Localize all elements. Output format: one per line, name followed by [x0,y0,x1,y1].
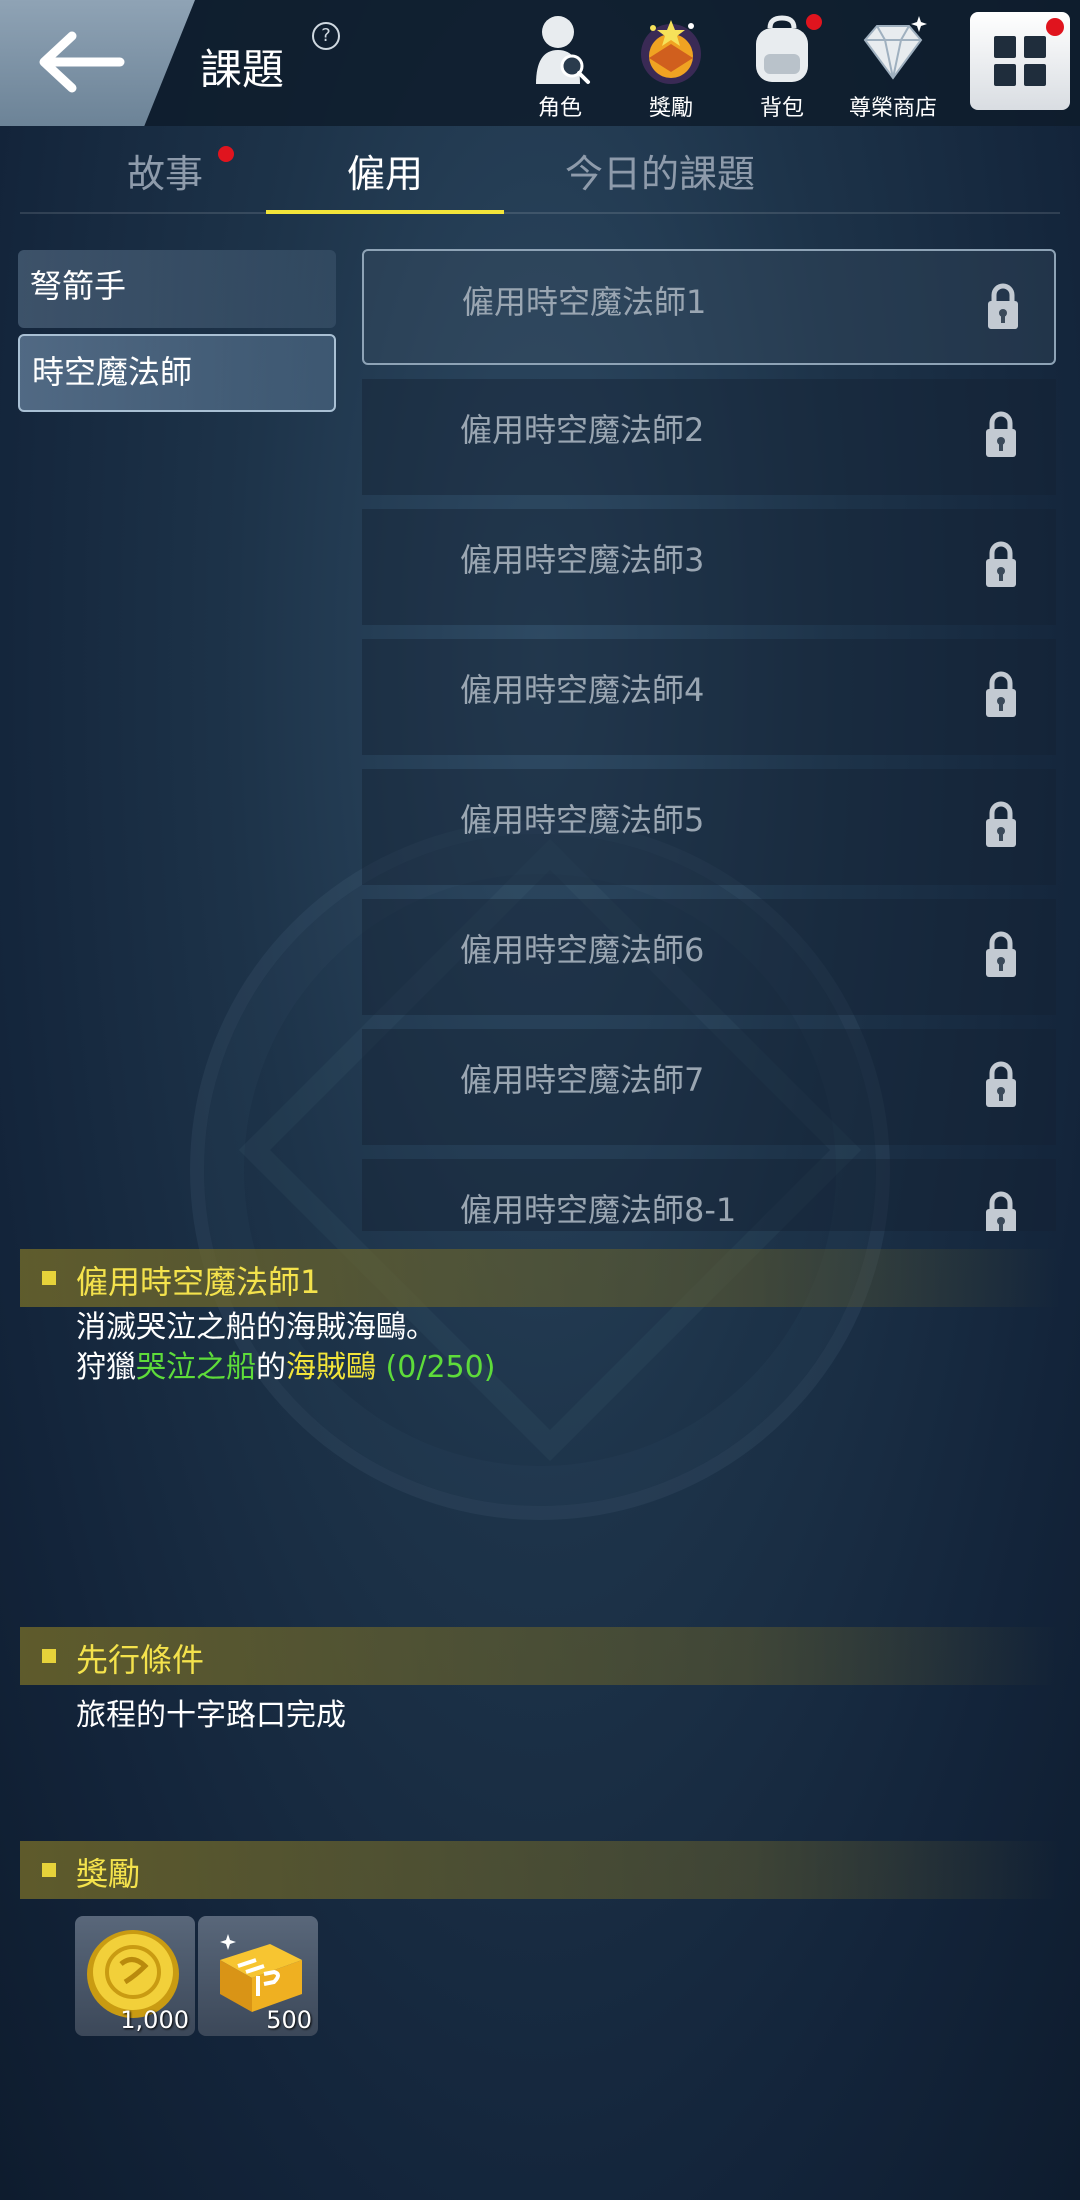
tab-hire[interactable]: 僱用 [266,126,504,214]
quest-label: 僱用時空魔法師4 [460,671,705,709]
lock-icon [986,671,1016,717]
quest-row[interactable]: 僱用時空魔法師8-1 [362,1159,1056,1231]
quest-row[interactable]: 僱用時空魔法師2 [362,379,1056,495]
objective-progress: (0/250) [385,1350,496,1385]
sidebar-item-crossbowman[interactable]: 弩箭手 [18,250,336,328]
tab-daily-quests-label: 今日的課題 [564,152,755,196]
diamond-icon [853,14,933,86]
lock-icon [986,801,1016,847]
rewards-title: 獎勵 [76,1855,141,1893]
help-icon[interactable]: ? [312,22,340,50]
nav-reward-label: 獎勵 [648,96,693,121]
menu-badge [1046,18,1064,36]
quest-row[interactable]: 僱用時空魔法師5 [362,769,1056,885]
quest-label: 僱用時空魔法師1 [462,283,707,321]
sidebar-item-time-mage[interactable]: 時空魔法師 [18,334,336,412]
back-arrow-icon [39,31,125,93]
tab-bar: 故事 僱用 今日的課題 [20,126,1060,214]
page-title: 課題 [200,45,285,94]
quest-label: 僱用時空魔法師2 [460,411,705,449]
lock-icon [986,1191,1016,1231]
tab-story-label: 故事 [126,152,203,196]
back-button[interactable] [0,0,195,126]
quest-detail-header: 僱用時空魔法師1 [20,1249,1060,1307]
rewards-header: 獎勵 [20,1841,1060,1899]
quest-row[interactable]: 僱用時空魔法師6 [362,899,1056,1015]
quest-label: 僱用時空魔法師6 [460,931,705,969]
main-menu-button[interactable] [970,12,1070,110]
backpack-icon [742,14,822,86]
tab-story-badge [218,146,234,162]
lock-icon [986,541,1016,587]
quest-description: 消滅哭泣之船的海賊海鷗。 [76,1310,436,1345]
backpack-badge [806,14,822,30]
lock-icon [986,1061,1016,1107]
top-bar: 課題 ? 角色 獎勵 背包 尊榮商店 [0,0,1080,126]
tab-hire-label: 僱用 [346,152,423,196]
nav-character-label: 角色 [537,96,582,121]
nav-premium-shop[interactable]: 尊榮商店 [838,14,948,124]
reward-item-gold[interactable]: 1,000 [75,1916,195,2036]
nav-backpack-label: 背包 [759,96,804,121]
lock-icon [986,411,1016,457]
lock-icon [986,931,1016,977]
section-bullet [42,1271,56,1285]
character-search-icon [520,14,600,86]
prerequisite-header: 先行條件 [20,1627,1060,1685]
prerequisite-title: 先行條件 [76,1641,205,1679]
section-bullet [42,1863,56,1877]
objective-prefix: 狩獵 [76,1350,136,1385]
quest-label: 僱用時空魔法師5 [460,801,705,839]
reward-amount: 500 [266,2006,312,2034]
quest-objective: 狩獵哭泣之船的海賊鷗 (0/250) [76,1348,495,1388]
sidebar-item-label: 時空魔法師 [32,353,193,391]
tab-story[interactable]: 故事 [80,126,250,212]
quest-row[interactable]: 僱用時空魔法師7 [362,1029,1056,1145]
nav-backpack[interactable]: 背包 [727,14,837,124]
tab-daily-quests[interactable]: 今日的課題 [520,126,800,212]
lock-icon [988,283,1018,329]
objective-target: 海賊鷗 [286,1350,376,1385]
sidebar-item-label: 弩箭手 [30,267,127,305]
quest-row[interactable]: 僱用時空魔法師1 [362,249,1056,365]
reward-amount: 1,000 [120,2006,189,2034]
prerequisite-text: 旅程的十字路口完成 [76,1698,346,1733]
nav-reward[interactable]: 獎勵 [616,14,726,124]
quest-label: 僱用時空魔法師3 [460,541,705,579]
quest-detail-title: 僱用時空魔法師1 [76,1263,321,1301]
objective-location: 哭泣之船 [136,1350,256,1385]
quest-row[interactable]: 僱用時空魔法師3 [362,509,1056,625]
quest-label: 僱用時空魔法師8-1 [460,1191,737,1229]
reward-item-exp[interactable]: 500 [198,1916,318,2036]
nav-premium-shop-label: 尊榮商店 [848,96,937,121]
quest-row[interactable]: 僱用時空魔法師4 [362,639,1056,755]
section-bullet [42,1649,56,1663]
objective-joiner: 的 [256,1350,286,1385]
reward-icon [631,14,711,86]
quest-label: 僱用時空魔法師7 [460,1061,705,1099]
nav-character[interactable]: 角色 [505,14,615,124]
